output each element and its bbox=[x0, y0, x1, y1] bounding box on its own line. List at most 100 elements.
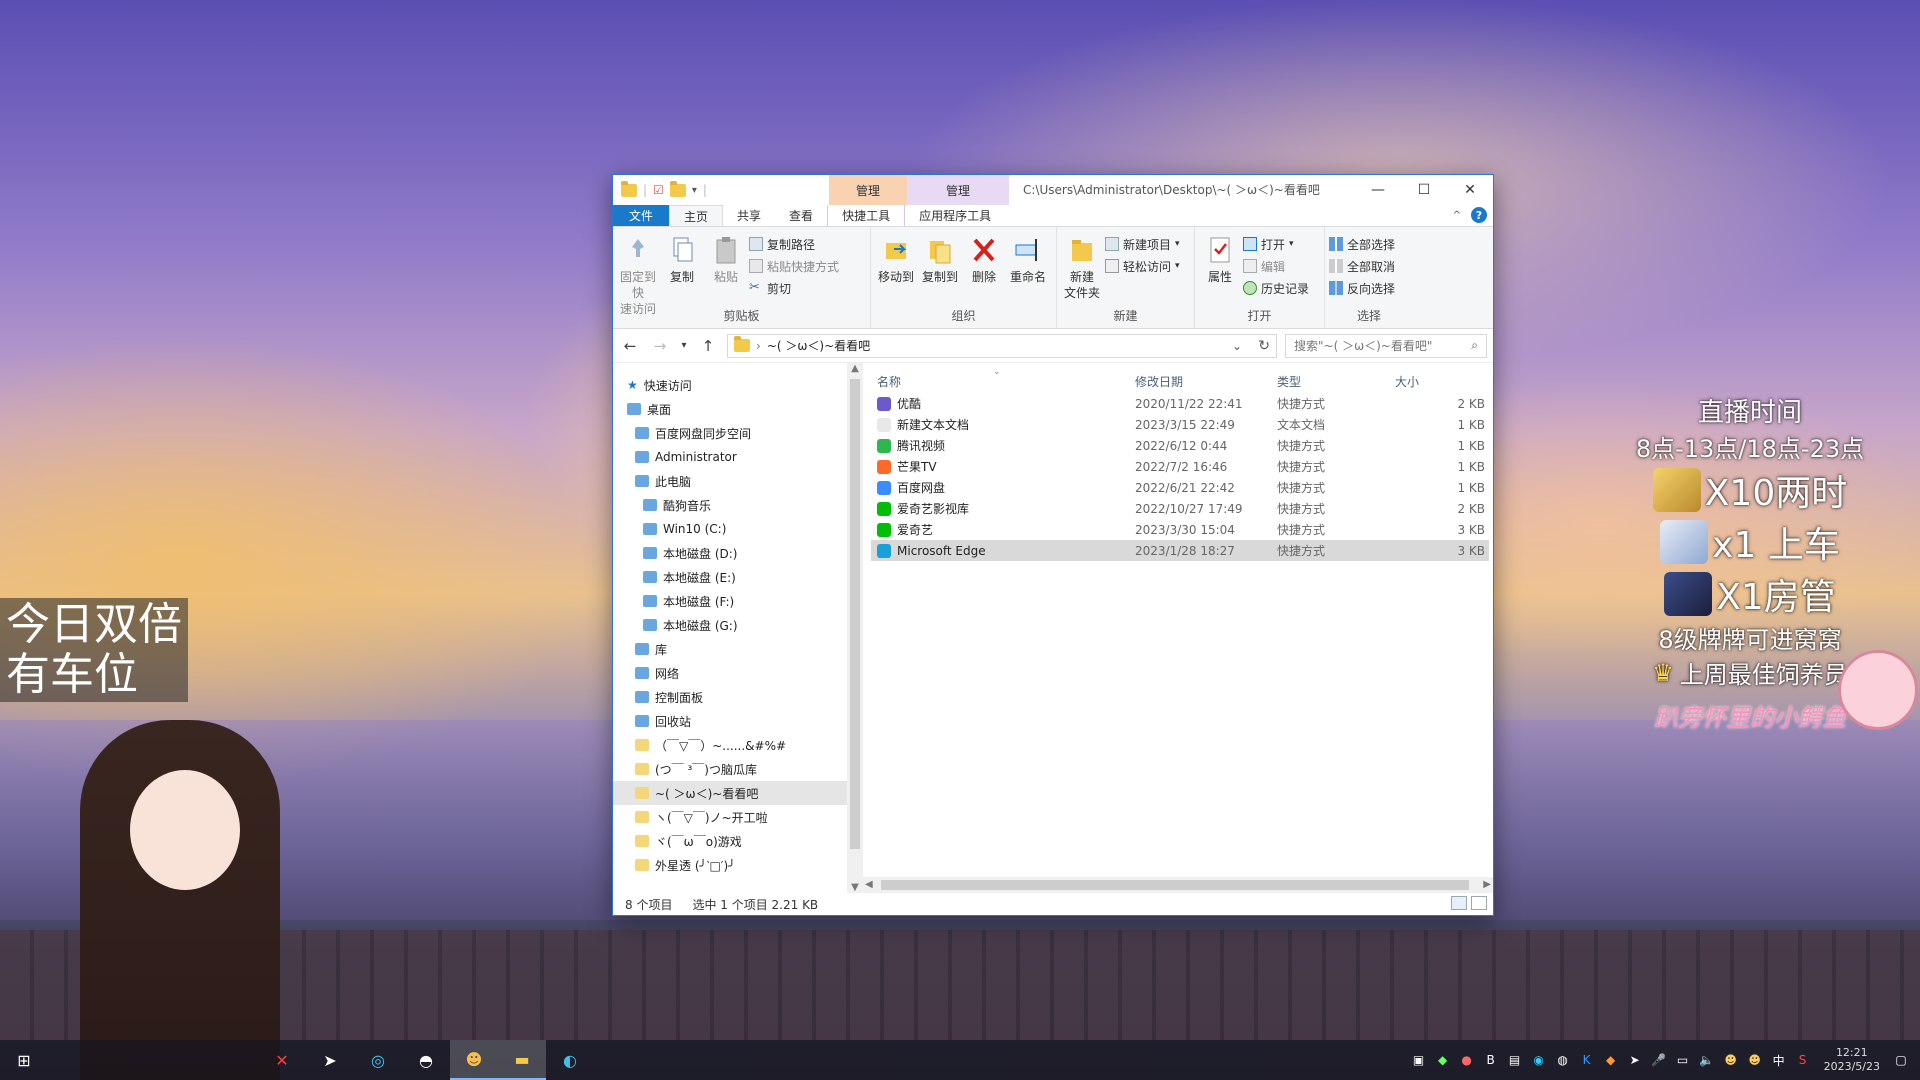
tray-stream-icon[interactable]: ➤ bbox=[1626, 1051, 1644, 1069]
nav-item[interactable]: 本地磁盘 (D:) bbox=[613, 541, 863, 565]
tab-share[interactable]: 共享 bbox=[723, 205, 775, 226]
large-icons-view-icon[interactable] bbox=[1471, 896, 1487, 910]
nav-item[interactable]: 本地磁盘 (E:) bbox=[613, 565, 863, 589]
title-bar[interactable]: | ☑ ▾ | 管理 管理 C:\Users\Administrator\Des… bbox=[613, 175, 1493, 205]
tray-network-icon[interactable]: ▭ bbox=[1674, 1051, 1692, 1069]
nav-item[interactable]: 百度网盘同步空间 bbox=[613, 421, 863, 445]
streaming-app-icon[interactable]: ➤ bbox=[306, 1040, 354, 1080]
copy-button[interactable]: 复制 bbox=[661, 231, 703, 285]
circle-app-icon[interactable]: ◎ bbox=[354, 1040, 402, 1080]
search-box[interactable]: 搜索"~( ＞ω＜)~看看吧" ⌕ bbox=[1285, 333, 1487, 358]
notification-icon[interactable]: ▢ bbox=[1892, 1051, 1910, 1069]
tray-cat2-icon[interactable]: ☻ bbox=[1746, 1051, 1764, 1069]
input-method-indicator[interactable]: 中 bbox=[1770, 1051, 1788, 1069]
column-size[interactable]: 大小 bbox=[1395, 373, 1419, 390]
tray-sogou-icon[interactable]: S bbox=[1794, 1051, 1812, 1069]
nav-item[interactable]: 库 bbox=[613, 637, 863, 661]
helmet-app-icon[interactable]: ◓ bbox=[402, 1040, 450, 1080]
history-button[interactable]: 历史记录 bbox=[1243, 279, 1309, 297]
refresh-icon[interactable]: ↻ bbox=[1258, 338, 1270, 354]
app-x-icon[interactable]: ✕ bbox=[258, 1040, 306, 1080]
pin-quick-access-button[interactable]: 固定到快 速访问 bbox=[617, 231, 659, 317]
recent-chevron-icon[interactable]: ▾ bbox=[679, 340, 689, 351]
nav-item[interactable]: ヽ(￣▽￣)ノ~开工啦 bbox=[613, 805, 863, 829]
new-folder-icon[interactable] bbox=[669, 180, 686, 197]
tray-cat1-icon[interactable]: ☻ bbox=[1722, 1051, 1740, 1069]
tray-capture-icon[interactable]: ▤ bbox=[1506, 1051, 1524, 1069]
delete-button[interactable]: 删除 bbox=[963, 231, 1005, 285]
properties-icon[interactable]: ☑ bbox=[653, 183, 664, 197]
breadcrumb-chevron-icon[interactable]: › bbox=[756, 339, 761, 353]
scroll-up-icon[interactable]: ▲ bbox=[847, 363, 863, 374]
file-row[interactable]: 优酷 2020/11/22 22:41 快捷方式 2 KB bbox=[871, 393, 1489, 414]
cut-button[interactable]: ✂ 剪切 bbox=[749, 279, 839, 297]
file-row[interactable]: 芒果TV 2022/7/2 16:46 快捷方式 1 KB bbox=[871, 456, 1489, 477]
edge-browser-icon[interactable]: ◐ bbox=[546, 1040, 594, 1080]
paste-button[interactable]: 粘贴 bbox=[705, 231, 747, 285]
tray-circle-icon[interactable]: ◉ bbox=[1530, 1051, 1548, 1069]
tray-steam-icon[interactable]: ◍ bbox=[1554, 1051, 1572, 1069]
nav-item[interactable]: 回收站 bbox=[613, 709, 863, 733]
copy-path-button[interactable]: 复制路径 bbox=[749, 235, 839, 253]
paste-shortcut-button[interactable]: 粘贴快捷方式 bbox=[749, 257, 839, 275]
tray-chrome-icon[interactable]: ● bbox=[1458, 1051, 1476, 1069]
tab-app-tools[interactable]: 应用程序工具 bbox=[904, 205, 1005, 226]
nav-item[interactable]: Administrator bbox=[613, 445, 863, 469]
nav-item[interactable]: (つ￣ ³￣)つ脑瓜库 bbox=[613, 757, 863, 781]
file-row[interactable]: Microsoft Edge 2023/1/28 18:27 快捷方式 3 KB bbox=[871, 540, 1489, 561]
file-scroll-thumb[interactable] bbox=[881, 880, 1469, 890]
tab-view[interactable]: 查看 bbox=[775, 205, 827, 226]
nav-item[interactable]: 酷狗音乐 bbox=[613, 493, 863, 517]
nav-item[interactable]: 本地磁盘 (F:) bbox=[613, 589, 863, 613]
open-button[interactable]: 打开 ▾ bbox=[1243, 235, 1309, 253]
edit-button[interactable]: 编辑 bbox=[1243, 257, 1309, 275]
copy-to-button[interactable]: 复制到 bbox=[919, 231, 961, 285]
chevron-down-icon[interactable]: ▾ bbox=[692, 185, 697, 196]
tab-file[interactable]: 文件 bbox=[613, 205, 670, 226]
cat-app-icon[interactable]: ☻ bbox=[450, 1040, 498, 1080]
tab-shortcut-tools[interactable]: 快捷工具 bbox=[827, 205, 904, 226]
tray-app-icon[interactable]: ▣ bbox=[1410, 1051, 1428, 1069]
tray-mic-icon[interactable]: 🎤 bbox=[1650, 1051, 1668, 1069]
back-arrow-icon[interactable]: ← bbox=[619, 337, 641, 355]
nav-item[interactable]: 桌面 bbox=[613, 397, 863, 421]
forward-arrow-icon[interactable]: → bbox=[649, 337, 671, 355]
column-type[interactable]: 类型 bbox=[1277, 373, 1301, 390]
file-row[interactable]: 爱奇艺影视库 2022/10/27 17:49 快捷方式 2 KB bbox=[871, 498, 1489, 519]
select-none-button[interactable]: 全部取消 bbox=[1329, 257, 1395, 275]
scroll-down-icon[interactable]: ▼ bbox=[847, 882, 863, 893]
nav-item[interactable]: 此电脑 bbox=[613, 469, 863, 493]
help-icon[interactable]: ? bbox=[1471, 207, 1487, 223]
nav-item[interactable]: 网络 bbox=[613, 661, 863, 685]
nav-item[interactable]: 控制面板 bbox=[613, 685, 863, 709]
nav-item[interactable]: （￣▽￣）~......&#%# bbox=[613, 733, 863, 757]
nav-item[interactable]: Win10 (C:) bbox=[613, 517, 863, 541]
close-button[interactable]: ✕ bbox=[1447, 175, 1493, 205]
maximize-button[interactable]: ☐ bbox=[1401, 175, 1447, 205]
address-dropdown-icon[interactable]: ⌄ bbox=[1232, 339, 1242, 353]
properties-button[interactable]: 属性 bbox=[1199, 231, 1241, 285]
nav-item[interactable]: 本地磁盘 (G:) bbox=[613, 613, 863, 637]
file-row[interactable]: 百度网盘 2022/6/21 22:42 快捷方式 1 KB bbox=[871, 477, 1489, 498]
tray-app2-icon[interactable]: ◆ bbox=[1602, 1051, 1620, 1069]
minimize-button[interactable]: — bbox=[1355, 175, 1401, 205]
nav-scroll-thumb[interactable] bbox=[850, 379, 860, 849]
nav-item[interactable]: ★ 快速访问 bbox=[613, 373, 863, 397]
nav-item[interactable]: ヾ(￣ω￣o)游戏 bbox=[613, 829, 863, 853]
scroll-right-icon[interactable]: ▶ bbox=[1483, 879, 1491, 890]
tray-kugou-icon[interactable]: K bbox=[1578, 1051, 1596, 1069]
search-icon[interactable]: ⌕ bbox=[1471, 338, 1478, 353]
collapse-ribbon-icon[interactable]: ^ bbox=[1453, 210, 1461, 221]
column-date[interactable]: 修改日期 bbox=[1135, 373, 1183, 390]
easy-access-button[interactable]: 轻松访问 ▾ bbox=[1105, 257, 1180, 275]
file-row[interactable]: 腾讯视频 2022/6/12 0:44 快捷方式 1 KB bbox=[871, 435, 1489, 456]
windows-start-icon[interactable]: ⊞ bbox=[0, 1040, 48, 1080]
rename-button[interactable]: 重命名 bbox=[1007, 231, 1049, 285]
tray-nvidia-icon[interactable]: ◆ bbox=[1434, 1051, 1452, 1069]
manage-tab-app[interactable]: 管理 bbox=[907, 175, 1009, 205]
new-item-button[interactable]: 新建项目 ▾ bbox=[1105, 235, 1180, 253]
file-horizontal-scrollbar[interactable]: ◀ ▶ bbox=[863, 877, 1493, 893]
clock[interactable]: 12:21 2023/5/23 bbox=[1824, 1046, 1880, 1074]
invert-selection-button[interactable]: 反向选择 bbox=[1329, 279, 1395, 297]
move-to-button[interactable]: 移动到 bbox=[875, 231, 917, 285]
